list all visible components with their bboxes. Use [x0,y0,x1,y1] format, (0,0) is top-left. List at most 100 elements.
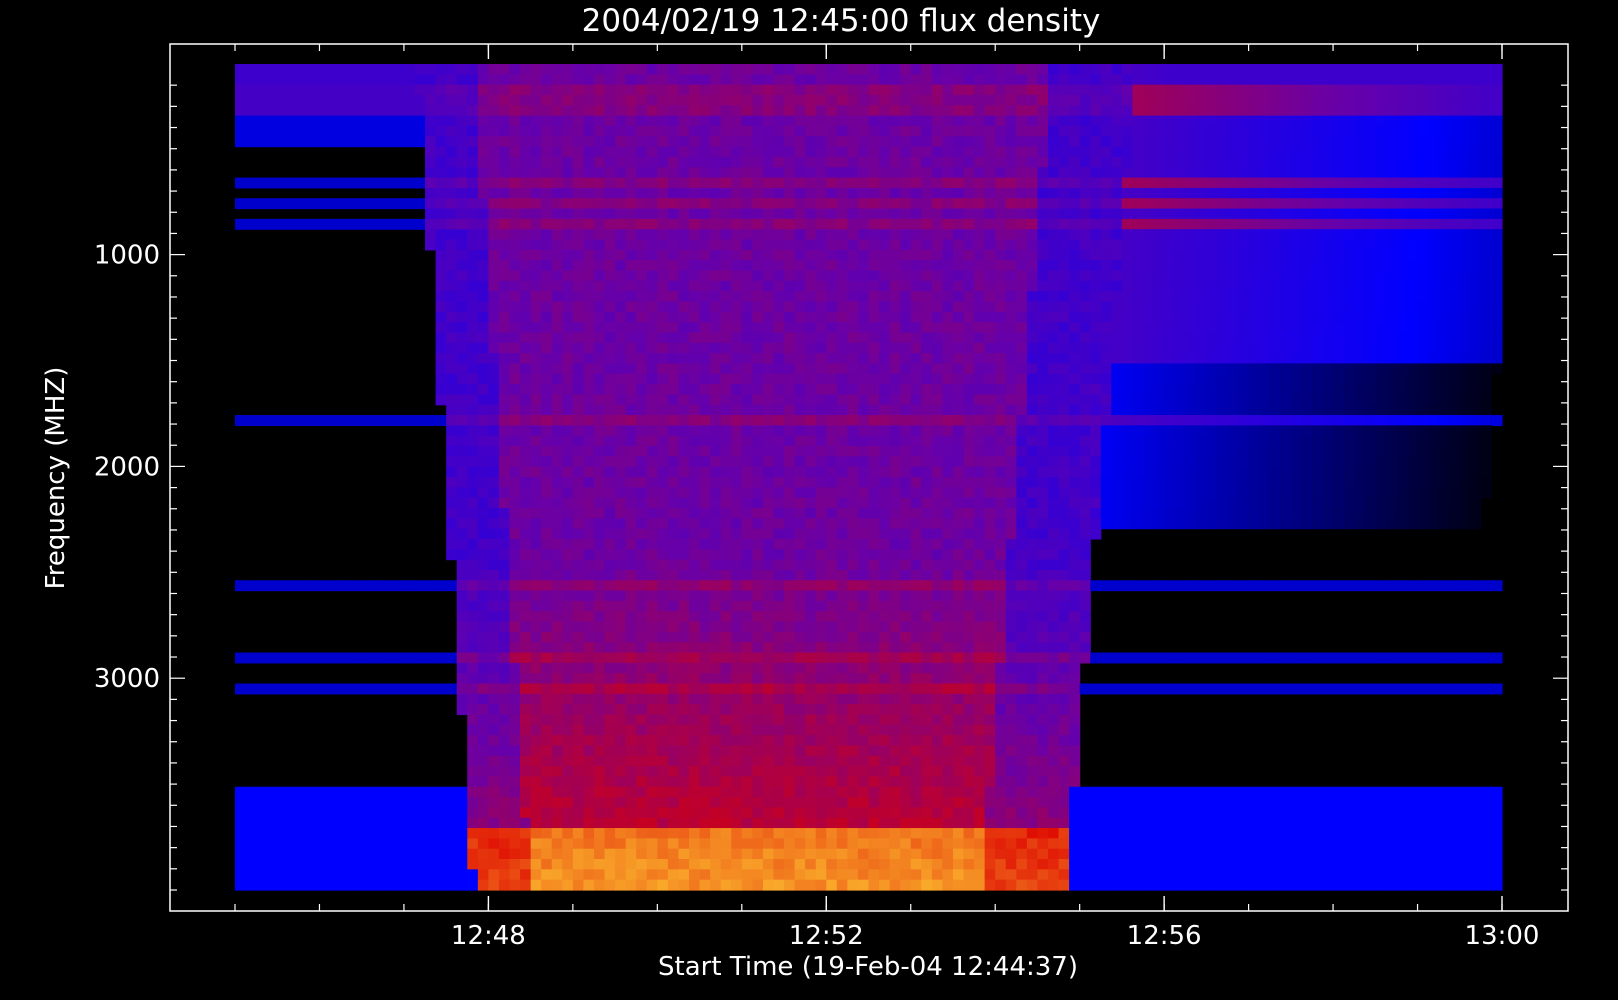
heatmap-cell [1016,518,1028,530]
heatmap-cell [1269,64,1281,75]
heatmap-cell [1480,373,1493,385]
heatmap-cell [657,497,669,509]
heatmap-cell [509,115,521,127]
spectrogram-chart: 2004/02/19 12:45:00 flux density 12:48 12… [0,0,1618,1000]
heatmap-cell [1079,105,1091,117]
heatmap-cell [931,487,944,499]
heatmap-cell [1470,270,1482,282]
heatmap-cell [498,446,511,457]
heatmap-cell [1311,84,1324,96]
heatmap-cell [1238,146,1250,158]
heatmap-cell [583,518,595,530]
heatmap-cell [572,322,585,334]
heatmap-cell [1459,301,1471,313]
heatmap-cell [593,198,606,210]
heatmap-cell [805,187,817,199]
heatmap-cell [826,446,838,457]
heatmap-cell [815,538,827,550]
heatmap-cell [1005,260,1017,272]
heatmap-cell [1238,249,1250,261]
heatmap-cell [1354,156,1366,168]
heatmap-cell [446,146,458,158]
heatmap-cell [541,384,553,395]
heatmap-cell [1079,146,1091,158]
heatmap-cell [699,477,711,488]
heatmap-cell [900,125,912,137]
heatmap-cell [921,198,933,210]
heatmap-cell [615,249,627,261]
heatmap-cell [1100,497,1112,509]
heatmap-cell [1206,497,1218,509]
heatmap-cell [1354,218,1366,230]
heatmap-cell [657,208,669,220]
heatmap-cell [1343,115,1355,127]
heatmap-cell [1406,105,1419,117]
heatmap-cell [931,64,944,75]
heatmap-cell [900,74,912,86]
heatmap-cell [1333,115,1345,127]
heatmap-cell [562,105,574,117]
heatmap-cell [1449,497,1461,509]
heatmap-cell [868,94,880,106]
heatmap-cell [572,425,585,437]
heatmap-cell [1037,456,1049,468]
heatmap-cell [910,477,922,488]
heatmap-cell [1438,425,1450,437]
heatmap-cell [298,218,310,230]
heatmap-cell [889,270,901,282]
heatmap-cell [678,229,690,241]
heatmap-cell [678,373,690,385]
heatmap-cell [382,198,394,210]
heatmap-cell [1428,446,1440,457]
heatmap-cell [1438,415,1450,426]
heatmap-cell [1428,280,1440,292]
heatmap-cell [868,477,880,488]
heatmap-cell [826,342,838,354]
heatmap-cell [1153,311,1165,323]
heatmap-cell [794,301,806,313]
heatmap-cell [1396,105,1408,117]
heatmap-cell [467,394,479,406]
heatmap-cell [657,332,669,344]
heatmap-cell [520,466,532,478]
heatmap-cell [1301,507,1313,519]
heatmap-cell [646,538,658,550]
heatmap-cell [879,353,891,365]
heatmap-cell [1016,64,1028,75]
heatmap-cell [1354,280,1366,292]
heatmap-cell [1385,311,1398,323]
heatmap-cell [1385,477,1398,488]
heatmap-cell [446,177,458,189]
heatmap-cell [762,125,775,137]
heatmap-cell [1428,353,1440,365]
heatmap-cell [583,456,595,468]
heatmap-cell [952,177,965,189]
heatmap-cell [1269,384,1281,395]
heatmap-cell [1216,280,1229,292]
heatmap-cell [667,146,680,158]
heatmap-cell [541,538,553,550]
heatmap-cell [1396,518,1408,530]
heatmap-cell [1301,332,1313,344]
heatmap-cell [689,384,701,395]
heatmap-cell [287,415,299,426]
heatmap-cell [741,187,753,199]
heatmap-cell [1090,105,1102,117]
heatmap-cell [593,136,606,148]
heatmap-cell [1280,425,1292,437]
heatmap-cell [710,487,722,499]
heatmap-cell [1417,187,1429,199]
heatmap-cell [815,125,827,137]
heatmap-cell [446,208,458,220]
heatmap-cell [1417,198,1429,210]
heatmap-cell [467,332,479,344]
heatmap-cell [530,332,542,344]
heatmap-cell [868,270,880,282]
heatmap-cell [1047,208,1060,220]
heatmap-cell [287,84,299,96]
heatmap-cell [678,404,690,416]
heatmap-cell [1491,249,1503,261]
heatmap-cell [1227,518,1239,530]
heatmap-cell [1290,425,1302,437]
heatmap-cell [467,363,479,375]
